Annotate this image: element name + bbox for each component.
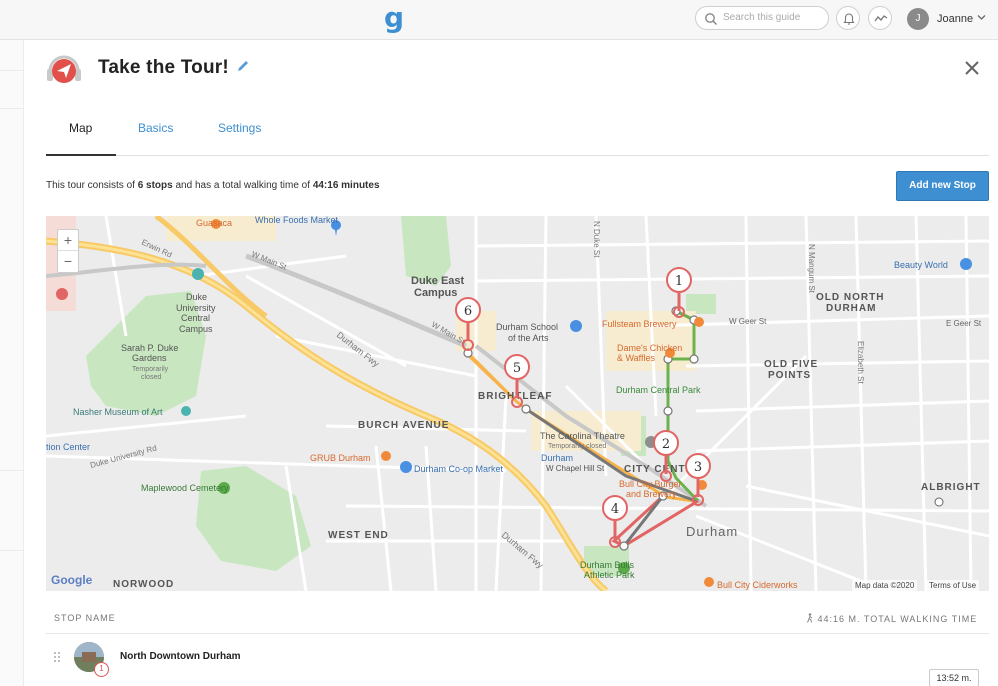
- map-label-beauty-world: Beauty World: [894, 260, 948, 270]
- map-zoom-control: + −: [57, 229, 79, 273]
- add-new-stop-button[interactable]: Add new Stop: [896, 171, 989, 201]
- map-label-maplewood: Maplewood Cemetery: [141, 483, 229, 493]
- walking-person-icon: [807, 613, 813, 623]
- tab-bar: Map Basics Settings: [46, 112, 989, 156]
- map-label-gardens: Gardens: [132, 353, 167, 363]
- page-title: Take the Tour!: [98, 57, 229, 78]
- map-label-albright: ALBRIGHT: [921, 482, 981, 493]
- stop-walking-time: 13:52 m.: [929, 669, 979, 686]
- user-name[interactable]: Joanne: [937, 13, 973, 25]
- map-label-duke-east: Duke East: [411, 275, 465, 287]
- map-label-guasaca: Guasaca: [196, 218, 232, 228]
- stop-number-badge: 1: [94, 662, 109, 677]
- map-label-old-five: OLD FIVE: [764, 359, 818, 370]
- map-label-n-duke: N Duke St: [592, 221, 601, 258]
- tour-map[interactable]: Guasaca Whole Foods Market Duke East Cam…: [46, 216, 989, 591]
- tab-settings[interactable]: Settings: [218, 121, 261, 156]
- avatar[interactable]: J: [907, 8, 929, 30]
- map-label-nasher: Nasher Museum of Art: [73, 407, 163, 417]
- left-sidebar: [0, 40, 24, 686]
- map-label-bull-city-burger: Bull City Burger: [619, 479, 682, 489]
- zoom-out-button[interactable]: −: [58, 251, 78, 272]
- map-label-durham-school: Durham School: [496, 322, 558, 332]
- search-input[interactable]: Search this guide: [695, 6, 829, 30]
- activity-icon: [874, 15, 888, 22]
- map-label-closed: closed: [141, 374, 161, 381]
- stop-marker-label: 6: [464, 304, 472, 319]
- stop-marker-label: 4: [611, 502, 619, 517]
- activity-button[interactable]: [868, 6, 892, 30]
- map-label-durham-fwy-2: Durham Fwy: [500, 530, 546, 571]
- map-label-athletic-park: Athletic Park: [584, 570, 635, 580]
- map-label-central: Central: [181, 313, 210, 323]
- map-label-central-park: Durham Central Park: [616, 385, 701, 395]
- top-bar: g Search this guide J Joanne: [0, 0, 998, 40]
- terms-of-use-link[interactable]: Terms of Use: [926, 580, 980, 591]
- map-label-durham: Durham: [686, 524, 738, 539]
- stop-name-column-header: STOP NAME: [54, 613, 116, 623]
- map-label-whole-foods: Whole Foods Market: [255, 216, 339, 225]
- map-label-w-geer: W Geer St: [729, 317, 767, 326]
- chevron-down-icon[interactable]: [977, 13, 986, 22]
- map-label-dames-chicken: Dame's Chicken: [617, 343, 682, 353]
- map-label-old-north-durham: DURHAM: [826, 303, 876, 314]
- map-label-w-chapel-hill: W Chapel Hill St: [546, 464, 605, 473]
- map-label-grub: GRUB Durham: [310, 453, 371, 463]
- map-label-campus-2: Campus: [179, 324, 213, 334]
- search-placeholder: Search this guide: [723, 12, 801, 23]
- map-label-durham-station: Durham: [541, 453, 573, 463]
- map-label-west-end: WEST END: [328, 530, 389, 541]
- tab-basics[interactable]: Basics: [138, 121, 173, 156]
- bell-icon: [843, 13, 855, 25]
- stop-marker-label: 1: [675, 274, 683, 289]
- notifications-button[interactable]: [836, 6, 860, 30]
- map-label-old-north: OLD NORTH: [816, 292, 884, 303]
- tab-map[interactable]: Map: [46, 121, 116, 156]
- map-label-ciderworks: Bull City Ciderworks: [717, 580, 798, 590]
- stop-name[interactable]: North Downtown Durham: [120, 651, 241, 662]
- tour-icon: [47, 55, 81, 83]
- map-label-durham-bulls: Durham Bulls: [580, 560, 635, 570]
- zoom-in-button[interactable]: +: [58, 230, 78, 251]
- close-icon[interactable]: [964, 60, 980, 76]
- map-label-e-geer: E Geer St: [946, 319, 982, 328]
- map-label-carolina-theatre: The Carolina Theatre: [540, 431, 625, 441]
- stop-marker-label: 5: [513, 361, 521, 376]
- map-label-n-mangum: N Mangum St: [807, 244, 816, 294]
- map-label-elizabeth: Elizabeth St: [856, 341, 865, 384]
- edit-pencil-icon[interactable]: [236, 59, 250, 73]
- map-label-duke: Duke: [186, 292, 207, 302]
- map-label-campus: Campus: [414, 287, 457, 299]
- map-label-norwood: NORWOOD: [113, 579, 174, 590]
- map-label-university: University: [176, 303, 216, 313]
- walking-time-column-header: 44:16 M. TOTAL WALKING TIME: [806, 613, 977, 624]
- map-label-waffles: & Waffles: [617, 353, 656, 363]
- app-logo[interactable]: g: [384, 3, 404, 33]
- google-logo: Google: [51, 573, 93, 587]
- map-label-coop: Durham Co-op Market: [414, 464, 504, 474]
- tour-summary: This tour consists of 6 stops and has a …: [46, 180, 380, 191]
- table-divider: [46, 633, 989, 634]
- drag-handle-icon[interactable]: [53, 651, 61, 663]
- stop-marker-label: 3: [694, 460, 702, 475]
- map-label-and-brewery: and Brewery: [626, 489, 677, 499]
- search-icon: [705, 13, 718, 26]
- map-canvas[interactable]: Guasaca Whole Foods Market Duke East Cam…: [46, 216, 989, 591]
- map-label-of-the-arts: of the Arts: [508, 333, 549, 343]
- map-attribution: Map data ©2020: [852, 580, 918, 591]
- stop-marker-label: 2: [662, 437, 670, 452]
- map-label-carolina-closed: Temporarily closed: [548, 443, 606, 450]
- map-label-temporarily: Temporarily: [132, 366, 169, 373]
- map-label-points: POINTS: [768, 370, 811, 381]
- map-label-duke-gardens: Sarah P. Duke: [121, 343, 178, 353]
- map-label-burch-avenue: BURCH AVENUE: [358, 420, 449, 431]
- map-label-fullsteam: Fullsteam Brewery: [602, 319, 677, 329]
- map-label-center: tion Center: [46, 442, 90, 452]
